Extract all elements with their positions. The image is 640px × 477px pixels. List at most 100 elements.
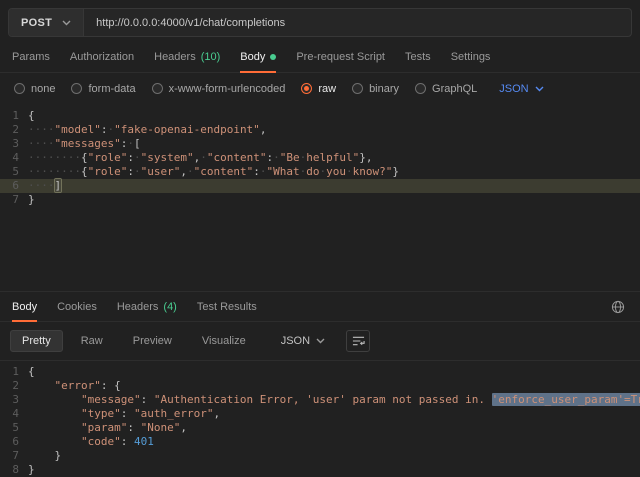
code-line[interactable]: 4 "type": "auth_error", — [0, 407, 640, 421]
url-text: http://0.0.0.0:4000/v1/chat/completions — [96, 17, 285, 29]
code-line[interactable]: 7 } — [0, 449, 640, 463]
radio-icon — [71, 83, 82, 94]
tab-label: Settings — [451, 51, 491, 63]
body-mode-label: none — [31, 83, 55, 95]
chevron-down-icon — [535, 86, 544, 92]
body-mode-label: GraphQL — [432, 83, 477, 95]
url-input[interactable]: http://0.0.0.0:4000/v1/chat/completions — [84, 9, 631, 36]
view-tab-pretty[interactable]: Pretty — [10, 330, 63, 352]
chevron-down-icon — [62, 20, 71, 26]
tab-label: Headers — [117, 301, 159, 313]
body-mode-none[interactable]: none — [14, 83, 55, 95]
code-line[interactable]: 6 "code": 401 — [0, 435, 640, 449]
tab-label: Pre-request Script — [296, 51, 385, 63]
tab-headers[interactable]: Headers (10) — [154, 43, 220, 71]
code-line[interactable]: 8} — [0, 463, 640, 477]
body-mode-radios: none form-data x-www-form-urlencoded raw bin… — [14, 83, 477, 95]
line-number: 6 — [0, 435, 28, 449]
body-mode-binary[interactable]: binary — [352, 83, 399, 95]
response-tab-headers[interactable]: Headers (4) — [117, 292, 177, 321]
request-body-editor[interactable]: 1{2····"model":·"fake-openai-endpoint",3… — [0, 105, 640, 291]
line-number: 1 — [0, 109, 28, 123]
code-text: } — [28, 449, 640, 463]
line-number: 7 — [0, 449, 28, 463]
globe-icon[interactable] — [608, 297, 628, 317]
tab-authorization[interactable]: Authorization — [70, 43, 134, 71]
body-mode-label: binary — [369, 83, 399, 95]
code-text: ····] — [28, 179, 640, 193]
method-label: POST — [21, 17, 52, 29]
tab-label: Body — [240, 51, 265, 63]
code-line[interactable]: 3····"messages":·[ — [0, 137, 640, 151]
code-line[interactable]: 7} — [0, 193, 640, 207]
response-body-editor[interactable]: 1{2 "error": {3 "message": "Authenticati… — [0, 360, 640, 477]
response-language-dropdown[interactable]: JSON — [272, 331, 334, 351]
radio-icon — [152, 83, 163, 94]
response-tab-test-results[interactable]: Test Results — [197, 292, 257, 321]
response-view-row: Pretty Raw Preview Visualize JSON — [0, 322, 640, 360]
code-text: } — [28, 463, 640, 477]
tab-body[interactable]: Body — [240, 43, 276, 71]
line-number: 7 — [0, 193, 28, 207]
tab-params[interactable]: Params — [12, 43, 50, 71]
radio-icon — [301, 83, 312, 94]
view-tab-preview[interactable]: Preview — [121, 330, 184, 352]
line-number: 5 — [0, 421, 28, 435]
line-number: 3 — [0, 137, 28, 151]
method-dropdown[interactable]: POST — [9, 9, 84, 36]
body-mode-form-data[interactable]: form-data — [71, 83, 135, 95]
request-language-label: JSON — [499, 83, 528, 95]
body-mode-graphql[interactable]: GraphQL — [415, 83, 477, 95]
line-number: 4 — [0, 407, 28, 421]
code-line[interactable]: 4········{"role":·"system",·"content":·"… — [0, 151, 640, 165]
code-text: ····"model":·"fake-openai-endpoint", — [28, 123, 640, 137]
response-view-tabs: Pretty Raw Preview Visualize — [10, 330, 258, 352]
body-mode-label: raw — [318, 83, 336, 95]
code-text: } — [28, 193, 640, 207]
postman-app: POST http://0.0.0.0:4000/v1/chat/complet… — [0, 0, 640, 477]
tab-label: Body — [12, 301, 37, 313]
request-language-dropdown[interactable]: JSON — [499, 83, 543, 95]
code-line[interactable]: 5 "param": "None", — [0, 421, 640, 435]
code-text: ····"messages":·[ — [28, 137, 640, 151]
response-tab-cookies[interactable]: Cookies — [57, 292, 97, 321]
code-text: { — [28, 365, 640, 379]
code-line[interactable]: 3 "message": "Authentication Error, 'use… — [0, 393, 640, 407]
code-text: "error": { — [28, 379, 640, 393]
view-tab-visualize[interactable]: Visualize — [190, 330, 258, 352]
code-text: "type": "auth_error", — [28, 407, 640, 421]
radio-icon — [415, 83, 426, 94]
tab-label: Cookies — [57, 301, 97, 313]
body-mode-label: form-data — [88, 83, 135, 95]
code-line[interactable]: 2 "error": { — [0, 379, 640, 393]
body-mode-raw[interactable]: raw — [301, 83, 336, 95]
tab-settings[interactable]: Settings — [451, 43, 491, 71]
wrap-text-button[interactable] — [346, 330, 370, 352]
body-mode-x-www-form-urlencoded[interactable]: x-www-form-urlencoded — [152, 83, 286, 95]
code-line[interactable]: 1{ — [0, 365, 640, 379]
code-text: "param": "None", — [28, 421, 640, 435]
tab-tests[interactable]: Tests — [405, 43, 431, 71]
line-number: 8 — [0, 463, 28, 477]
code-line[interactable]: 1{ — [0, 109, 640, 123]
code-text: { — [28, 109, 640, 123]
tab-count-badge: (4) — [163, 301, 176, 313]
code-line[interactable]: 2····"model":·"fake-openai-endpoint", — [0, 123, 640, 137]
response-language-label: JSON — [281, 335, 310, 347]
tab-count-badge: (10) — [201, 51, 221, 63]
tab-pre-request-script[interactable]: Pre-request Script — [296, 43, 385, 71]
response-tab-body[interactable]: Body — [12, 292, 37, 321]
request-tabs: Params Authorization Headers (10) Body Pre-re… — [0, 43, 640, 72]
view-tab-raw[interactable]: Raw — [69, 330, 115, 352]
tab-label: Headers — [154, 51, 196, 63]
line-number: 2 — [0, 379, 28, 393]
tab-label: Test Results — [197, 301, 257, 313]
tab-label: Authorization — [70, 51, 134, 63]
body-mode-row: none form-data x-www-form-urlencoded raw bin… — [0, 73, 640, 105]
green-dot-icon — [270, 54, 276, 60]
tab-label: Tests — [405, 51, 431, 63]
response-panel: Body Cookies Headers (4) Test Results Pretty… — [0, 291, 640, 477]
code-line[interactable]: 5········{"role":·"user",·"content":·"Wh… — [0, 165, 640, 179]
code-line[interactable]: 6····] — [0, 179, 640, 193]
line-number: 3 — [0, 393, 28, 407]
